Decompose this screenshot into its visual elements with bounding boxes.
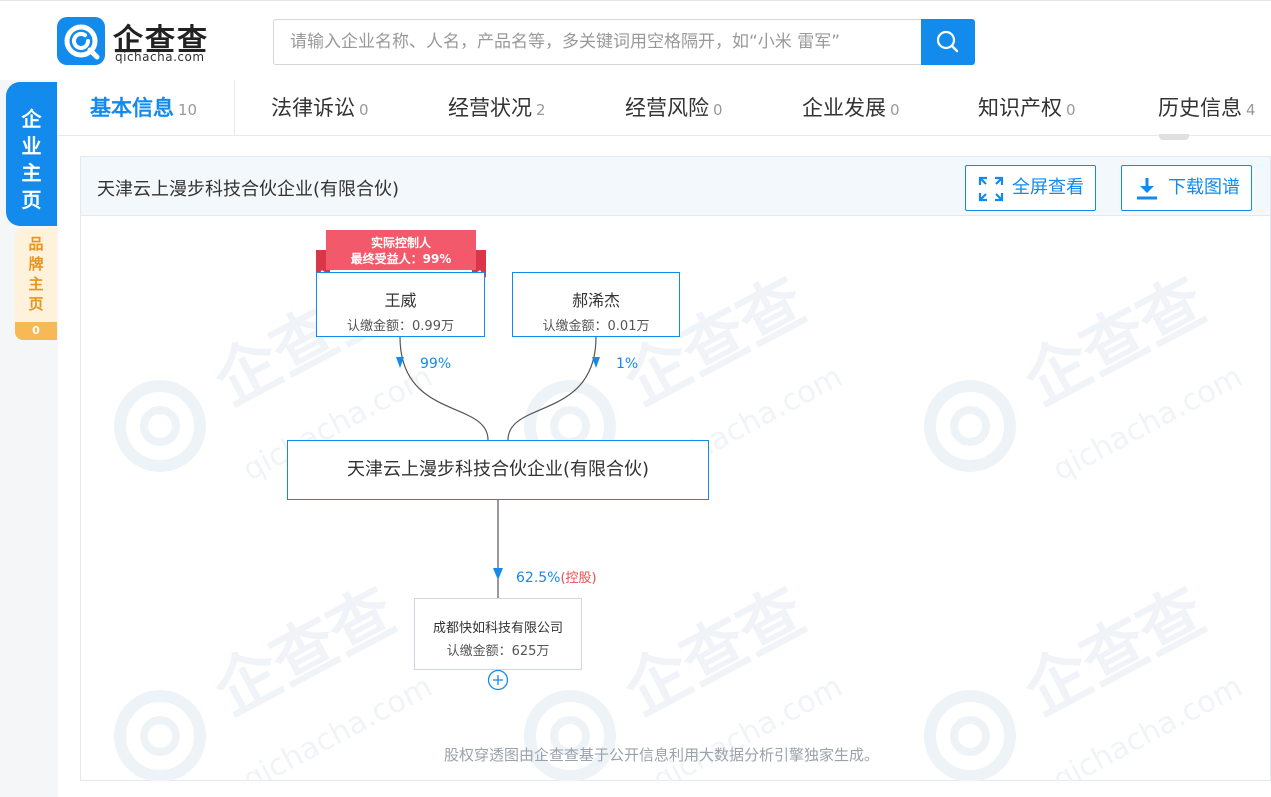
tab-label: 历史信息	[1158, 96, 1242, 120]
panel-header: 天津云上漫步科技合伙企业(有限合伙) 全屏查看 下载图谱	[81, 157, 1270, 216]
fullscreen-button[interactable]: 全屏查看	[965, 165, 1096, 211]
shareholder-name: 郝浠杰	[571, 291, 620, 310]
share-percent-label: 1%	[616, 356, 639, 372]
tab-count: 2	[536, 101, 546, 119]
tab-count: 0	[1066, 101, 1076, 119]
tab-label: 法律诉讼	[271, 96, 355, 120]
subsidiary-amount: 认缴金额：625万	[446, 644, 550, 659]
investment-percent: 62.5%	[516, 570, 561, 586]
tab-count: 0	[359, 101, 369, 119]
brand-logo[interactable]: 企查查 qichacha.com	[57, 13, 257, 69]
subsidiary-name: 成都快如科技有限公司	[432, 621, 563, 636]
tab-count: 0	[713, 101, 723, 119]
brand-domain: qichacha.com	[115, 50, 205, 64]
shareholder-amount: 认缴金额：0.01万	[542, 319, 650, 334]
tab-label: 知识产权	[978, 96, 1062, 120]
rail-brand-count-badge: 0	[15, 322, 57, 340]
tab-basic-info[interactable]: 基本信息 10	[90, 80, 197, 136]
tab-label: 基本信息	[90, 96, 174, 120]
badge-line2: 最终受益人：99%	[350, 252, 452, 266]
shareholder-amount: 认缴金额：0.99万	[347, 319, 454, 334]
tab-count: 4	[1246, 101, 1256, 119]
rail-tab-brand-home-label: 品牌主页	[28, 235, 44, 313]
chart-footnote: 股权穿透图由企查查基于公开信息利用大数据分析引擎独家生成。	[444, 746, 880, 764]
tab-scroll-indicator	[1159, 134, 1189, 140]
tab-development[interactable]: 企业发展 0	[802, 80, 900, 136]
tab-operations[interactable]: 经营状况 2	[448, 80, 546, 136]
download-label: 下载图谱	[1168, 177, 1240, 198]
download-icon	[1137, 178, 1157, 200]
logo-mark-icon	[57, 17, 105, 65]
target-company-name: 天津云上漫步科技合伙企业(有限合伙)	[346, 459, 650, 480]
tab-risk[interactable]: 经营风险 0	[625, 80, 723, 136]
tab-legal[interactable]: 法律诉讼 0	[271, 80, 369, 136]
tab-ip[interactable]: 知识产权 0	[978, 80, 1076, 136]
top-header: 企查查 qichacha.com 请输入企业名称、人名，产品名等，多关键词用空格…	[0, 0, 1271, 80]
controller-badge: 实际控制人 最终受益人：99%	[316, 230, 486, 278]
download-chart-button[interactable]: 下载图谱	[1121, 165, 1252, 211]
search-input[interactable]: 请输入企业名称、人名，产品名等，多关键词用空格隔开，如“小米 雷军”	[273, 19, 921, 65]
tab-count: 0	[890, 101, 900, 119]
shareholder-name: 王威	[384, 291, 417, 310]
tab-label: 企业发展	[802, 96, 886, 120]
tab-label: 经营状况	[448, 96, 532, 120]
subsidiary-node[interactable]: 成都快如科技有限公司 认缴金额：625万	[414, 598, 582, 670]
shareholder-node[interactable]: 王威 认缴金额：0.99万	[316, 272, 485, 337]
fullscreen-label: 全屏查看	[1012, 177, 1084, 198]
share-percent-label: 99%	[420, 356, 452, 372]
tab-divider	[234, 80, 235, 136]
tab-count: 10	[178, 101, 198, 119]
badge-line1: 实际控制人	[370, 236, 431, 250]
holding-tag: (控股)	[560, 571, 597, 586]
controller-badge-text: 实际控制人 最终受益人：99%	[316, 235, 486, 267]
tab-label: 经营风险	[625, 96, 709, 120]
search-button[interactable]	[921, 19, 975, 65]
investment-percent-label: 62.5%(控股)	[516, 567, 597, 586]
section-tabs: 基本信息 10 法律诉讼 0 经营状况 2 经营风险 0 企业发展 0 知识产权 0 历史信…	[58, 80, 1271, 136]
target-company-node[interactable]: 天津云上漫步科技合伙企业(有限合伙)	[287, 440, 709, 500]
search-icon	[936, 30, 959, 53]
tab-history[interactable]: 历史信息 4	[1158, 80, 1256, 136]
rail-tab-company-home[interactable]: 企业主页	[6, 82, 57, 226]
rail-tab-company-home-label: 企业主页	[21, 107, 42, 212]
fullscreen-icon	[978, 176, 1004, 202]
shareholder-node[interactable]: 郝浠杰 认缴金额：0.01万	[512, 272, 680, 337]
panel-title: 天津云上漫步科技合伙企业(有限合伙)	[97, 179, 400, 200]
expand-plus-icon[interactable]	[487, 669, 509, 691]
